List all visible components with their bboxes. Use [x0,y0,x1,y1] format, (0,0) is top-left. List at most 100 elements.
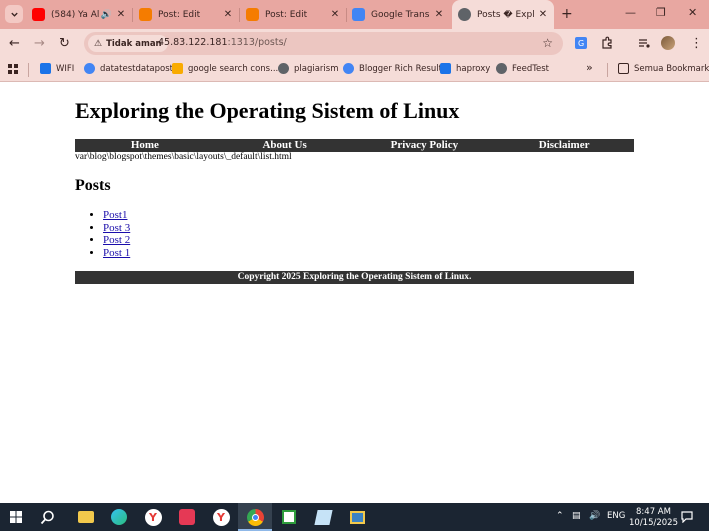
close-tab-icon[interactable]: ✕ [223,9,233,20]
windows-start-icon[interactable] [10,511,22,523]
bookmarks-overflow-button[interactable]: » [586,61,593,74]
close-window-button[interactable]: ✕ [688,6,697,19]
tab-title: Posts � Exploring [477,9,534,20]
notification-icon[interactable] [681,511,693,523]
menu-privacy-policy[interactable]: Privacy Policy [355,139,495,152]
clock[interactable]: 8:47 AM 10/15/2025 [629,507,678,529]
restore-button[interactable]: ❐ [656,6,666,19]
bookmark-haproxy[interactable]: haproxy [440,63,490,74]
url-host: 45.83.122.181 [158,37,228,48]
address-bar[interactable]: ⚠ Tidak aman 45.83.122.181:1313/posts/ ☆ [84,32,563,55]
post-link[interactable]: Post1 [103,209,127,221]
chrome-icon[interactable] [245,507,265,527]
site-footer: Copyright 2025 Exploring the Operating S… [75,271,634,284]
wifi-bookmark-icon [40,63,51,74]
tab-title: (584) Ya Allah [51,9,99,20]
profile-avatar[interactable] [661,36,675,50]
plagiarism-icon [278,63,289,74]
tab-post-edit-1[interactable]: Post: Edit ✕ [133,0,240,29]
volume-icon[interactable]: 🔊 [589,511,600,521]
close-tab-icon[interactable]: ✕ [116,9,126,20]
tab-title: Post: Edit [265,9,308,20]
url-path: :1313/posts/ [227,37,287,48]
tab-google-translate[interactable]: Google Translate ✕ [346,0,450,29]
menu-disclaimer[interactable]: Disclaimer [494,139,634,152]
post-link[interactable]: Post 3 [103,222,130,234]
post-link[interactable]: Post 2 [103,234,130,246]
list-item: Post 3 [103,222,130,235]
google-translate-icon[interactable]: G [574,36,588,50]
network-icon[interactable]: ▤ [572,511,581,521]
reload-icon[interactable]: ↻ [59,36,70,51]
windows-taskbar: Y Y ⌃ ▤ 🔊 ENG 8:47 AM 10/15/2025 [0,503,709,531]
clock-time: 8:47 AM [636,507,671,517]
all-bookmarks-folder[interactable]: Semua Bookmark [618,63,709,74]
folder-icon [618,63,629,74]
tab-title: Post: Edit [158,9,201,20]
edge-icon[interactable] [109,507,129,527]
media-player-icon[interactable] [177,507,197,527]
remote-desktop-icon[interactable] [347,507,367,527]
extensions-puzzle-icon[interactable] [600,36,614,50]
list-item: Post1 [103,209,130,222]
svg-text:G: G [578,39,584,48]
bookmark-star-icon[interactable]: ☆ [542,36,553,50]
bookmark-datatestdatapost[interactable]: datatestdatapost [84,63,173,74]
url-text[interactable]: 45.83.122.181:1313/posts/ [158,37,287,48]
yandex-browser-icon[interactable]: Y [143,507,163,527]
yandex-browser-icon[interactable]: Y [211,507,231,527]
language-indicator[interactable]: ENG [607,511,625,521]
post-link[interactable]: Post 1 [103,247,130,259]
menu-home[interactable]: Home [75,139,215,152]
haproxy-icon [440,63,451,74]
layout-path-text: var\blog\blogspot\themes\basic\layouts\_… [75,152,292,162]
web-page: Exploring the Operating Sistem of Linux … [0,83,709,503]
search-icon[interactable] [40,510,55,525]
security-chip-label: Tidak aman [106,38,162,49]
media-control-icon[interactable] [637,36,651,50]
file-explorer-icon[interactable] [76,507,96,527]
tab-strip: (584) Ya Allah 🔊 ✕ Post: Edit ✕ Post: Ed… [0,0,709,29]
google-icon [84,63,95,74]
bookmark-search-console[interactable]: google search cons... [172,63,278,74]
tray-overflow-chevron-icon[interactable]: ⌃ [556,511,564,521]
main-menu: Home About Us Privacy Policy Disclaimer [75,139,634,152]
speaker-icon[interactable]: 🔊 [101,10,112,20]
bookmark-blogger-rich-result[interactable]: Blogger Rich Result [343,63,442,74]
globe-icon [458,8,471,21]
security-chip[interactable]: ⚠ Tidak aman [88,35,168,52]
tab-post-edit-2[interactable]: Post: Edit ✕ [240,0,347,29]
tab-title: Google Translate [371,9,430,20]
post-list: Post1 Post 3 Post 2 Post 1 [103,209,130,259]
notes-app-icon[interactable] [313,507,333,527]
warning-icon: ⚠ [94,38,103,49]
list-item: Post 1 [103,247,130,260]
back-arrow-icon[interactable]: ← [9,36,20,51]
close-tab-icon[interactable]: ✕ [434,9,444,20]
apps-grid-icon[interactable] [8,64,19,75]
site-title: Exploring the Operating Sistem of Linux [75,98,460,123]
close-tab-icon[interactable]: ✕ [538,9,548,20]
google-icon [343,63,354,74]
clock-date: 10/15/2025 [629,518,678,528]
kebab-menu-icon[interactable]: ⋮ [690,36,703,51]
bookmark-plagiarism[interactable]: plagiarism [278,63,339,74]
google-translate-icon [352,8,365,21]
blogger-icon [139,8,152,21]
close-tab-icon[interactable]: ✕ [330,9,340,20]
tab-posts-active[interactable]: Posts � Exploring ✕ [452,0,554,29]
forward-arrow-icon[interactable]: → [34,36,45,51]
new-tab-button[interactable]: + [561,6,573,22]
tab-search-button[interactable] [5,5,23,23]
bookmark-feedtest[interactable]: FeedTest [496,63,549,74]
minimize-button[interactable]: — [625,6,636,19]
blogger-icon [246,8,259,21]
tab-youtube[interactable]: (584) Ya Allah 🔊 ✕ [26,0,133,29]
bookmark-wifi[interactable]: WIFI [40,63,74,74]
chevron-down-icon [10,12,18,17]
network-tool-icon[interactable] [279,507,299,527]
bookmarks-bar: WIFI datatestdatapost google search cons… [0,58,709,82]
search-console-icon [172,63,183,74]
menu-about-us[interactable]: About Us [215,139,355,152]
list-item: Post 2 [103,234,130,247]
